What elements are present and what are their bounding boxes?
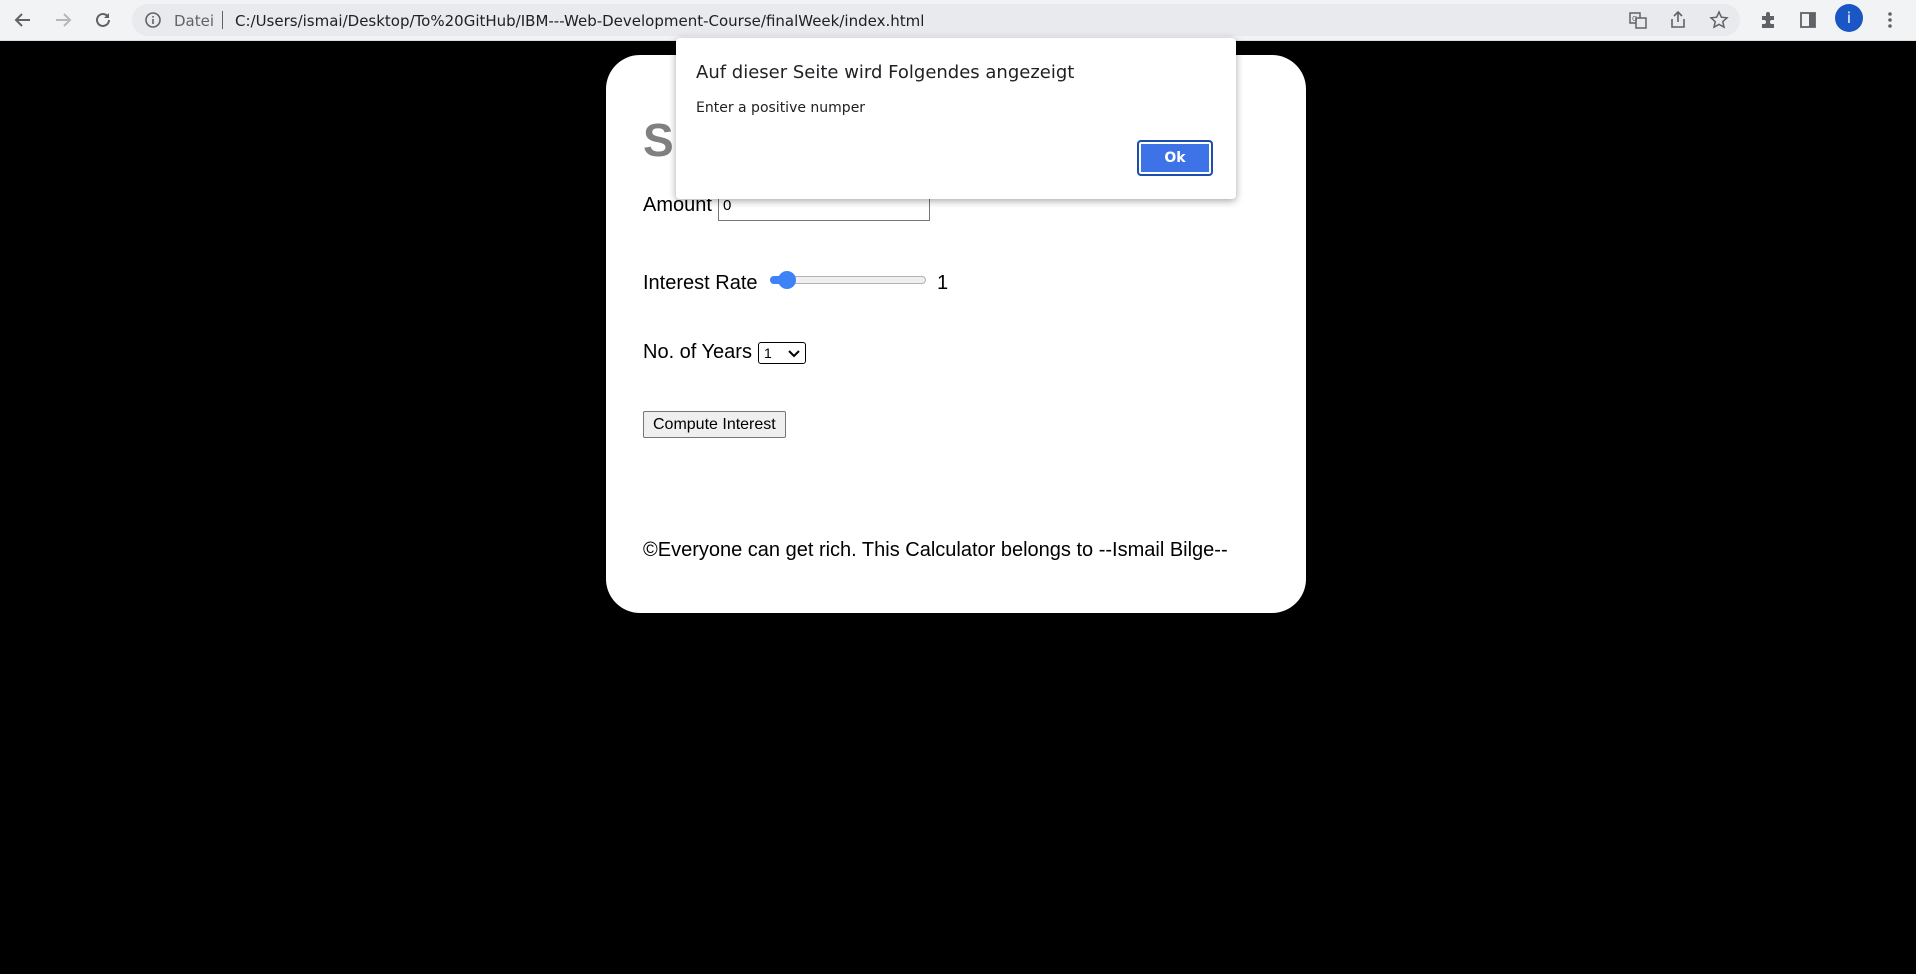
- interest-rate-slider-thumb[interactable]: [778, 271, 797, 289]
- star-icon[interactable]: [1705, 6, 1733, 34]
- reload-icon[interactable]: [89, 6, 117, 34]
- side-panel-icon[interactable]: [1794, 6, 1822, 34]
- compute-interest-button[interactable]: Compute Interest: [643, 411, 786, 438]
- url-text[interactable]: C:/Users/ismai/Desktop/To%20GitHub/IBM--…: [235, 12, 924, 30]
- chevron-down-icon: [788, 345, 800, 361]
- footer-text: ©Everyone can get rich. This Calculator …: [643, 539, 1228, 561]
- translate-icon[interactable]: G: [1624, 6, 1652, 34]
- browser-toolbar: Datei C:/Users/ismai/Desktop/To%20GitHub…: [0, 0, 1916, 41]
- share-icon[interactable]: [1664, 6, 1692, 34]
- years-select[interactable]: 1: [758, 342, 806, 364]
- address-bar[interactable]: Datei C:/Users/ismai/Desktop/To%20GitHub…: [132, 4, 1740, 36]
- ok-button[interactable]: Ok: [1137, 140, 1213, 176]
- menu-icon[interactable]: [1876, 6, 1904, 34]
- back-icon[interactable]: [9, 6, 37, 34]
- info-icon[interactable]: [144, 11, 162, 29]
- dialog-message: Enter a positive numper: [696, 100, 866, 116]
- omnibox-divider: [222, 11, 223, 29]
- years-selected-value: 1: [764, 345, 772, 361]
- svg-text:G: G: [1632, 15, 1637, 23]
- forward-icon[interactable]: [49, 6, 77, 34]
- interest-rate-label: Interest Rate: [643, 272, 758, 294]
- interest-rate-value: 1: [937, 272, 949, 294]
- extensions-icon[interactable]: [1754, 6, 1782, 34]
- profile-avatar[interactable]: i: [1835, 4, 1863, 32]
- alert-dialog: Auf dieser Seite wird Folgendes angezeig…: [676, 38, 1236, 199]
- dialog-title: Auf dieser Seite wird Folgendes angezeig…: [696, 62, 1075, 83]
- years-label: No. of Years: [643, 341, 752, 363]
- scheme-label: Datei: [174, 12, 215, 30]
